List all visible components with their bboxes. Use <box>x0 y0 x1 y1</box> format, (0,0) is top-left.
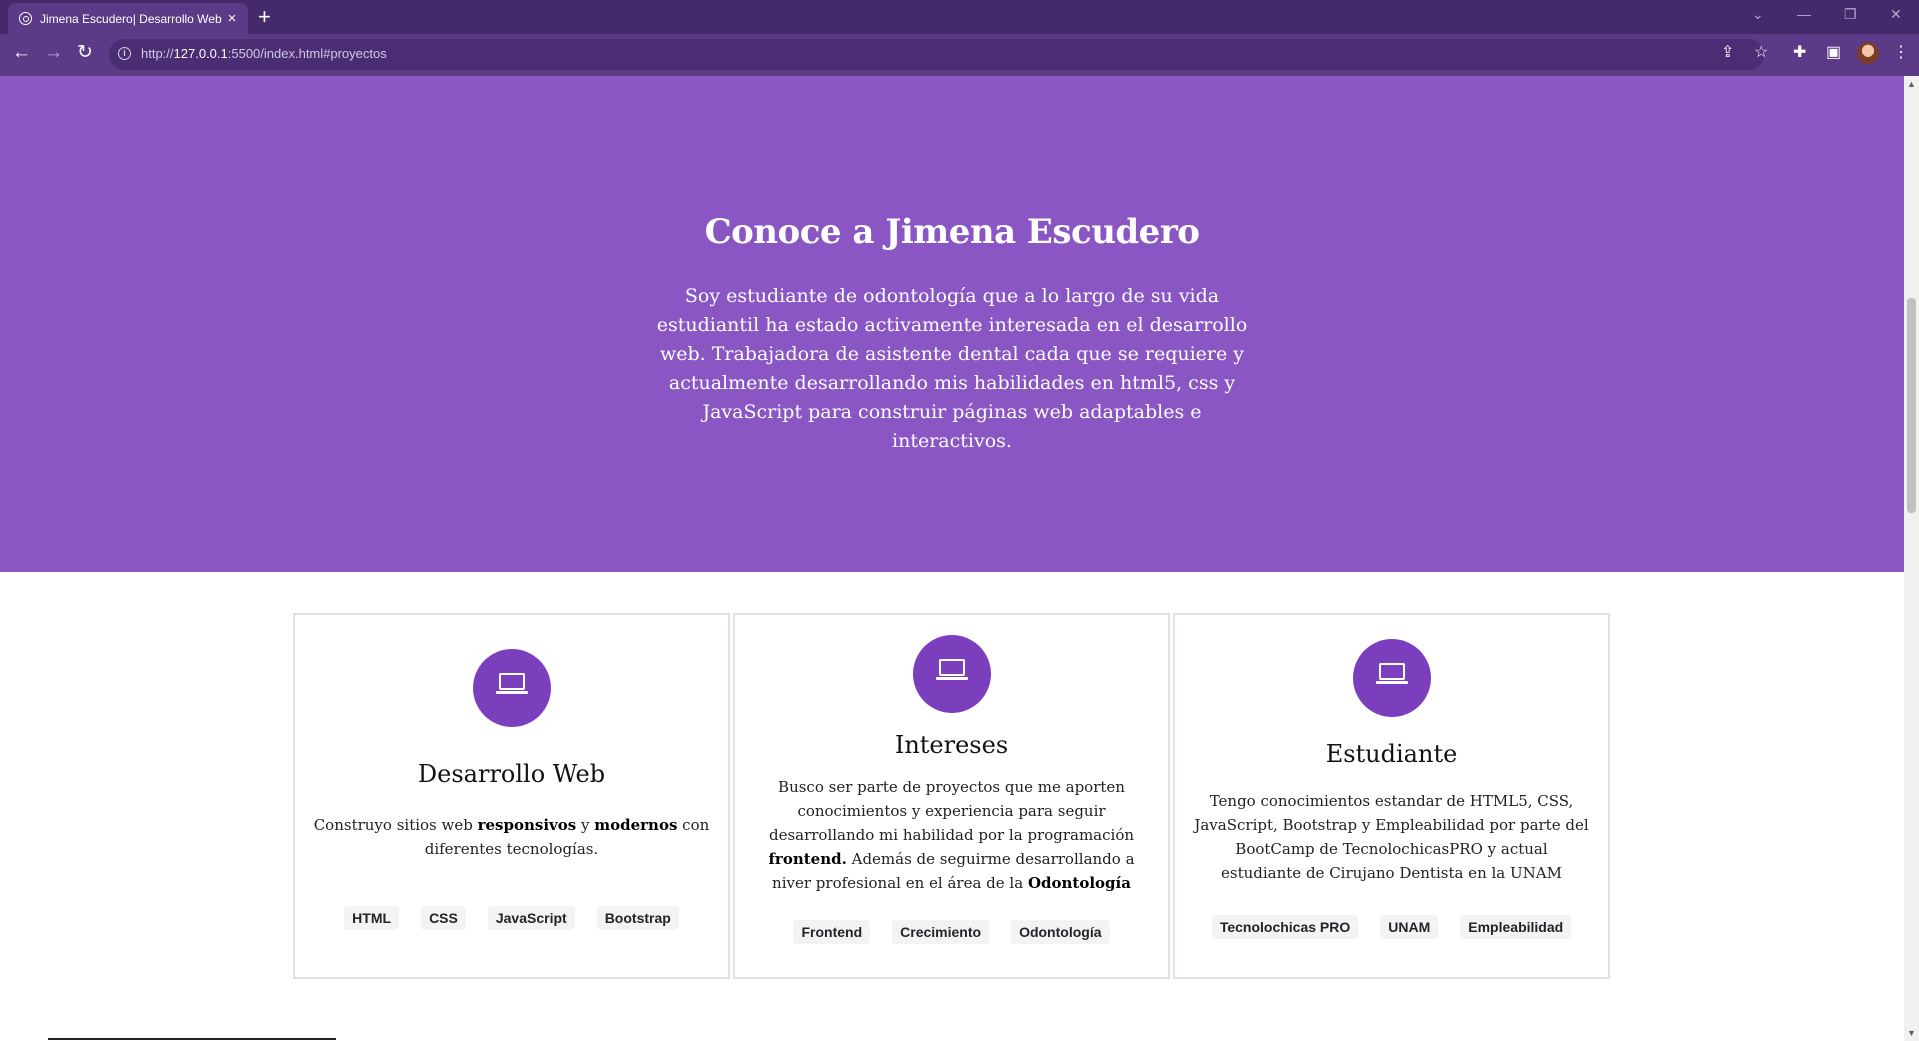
card-icon-circle <box>1352 639 1431 717</box>
tag-badge: JavaScript <box>487 906 575 930</box>
address-bar[interactable]: i http://127.0.0.1:5500/index.html#proye… <box>109 39 1764 70</box>
scroll-up-icon[interactable]: ▲ <box>1907 79 1916 89</box>
url-text[interactable]: http://127.0.0.1:5500/index.html#proyect… <box>141 46 387 61</box>
card-description: Construyo sitios web responsivos y moder… <box>313 816 710 858</box>
laptop-icon <box>495 673 528 694</box>
tag-badge: Bootstrap <box>596 906 679 930</box>
new-tab-button[interactable]: + <box>258 5 271 29</box>
card-estudiante: Estudiante Tengo conocimientos estandar … <box>1173 613 1610 979</box>
star-icon[interactable]: ☆ <box>1754 44 1768 62</box>
card-tags: HTML CSS JavaScript Bootstrap <box>295 906 728 930</box>
card-title: Estudiante <box>1325 740 1458 768</box>
divider <box>48 1038 336 1040</box>
tab-close-icon[interactable]: × <box>222 10 242 27</box>
scrollbar-thumb[interactable] <box>1907 298 1916 513</box>
tag-badge: Odontología <box>1011 920 1110 944</box>
tab-title: Jimena Escudero| Desarrollo Web <box>40 11 222 26</box>
tag-badge: Crecimiento <box>892 920 990 944</box>
tag-badge: Tecnolochicas PRO <box>1211 915 1359 939</box>
scroll-down-icon[interactable]: ▼ <box>1907 1028 1916 1038</box>
extensions-icon[interactable]: ✚ <box>1793 44 1806 62</box>
scrollbar-track[interactable] <box>1904 76 1919 1041</box>
share-icon[interactable]: ⇪ <box>1721 44 1734 62</box>
card-desarrollo-web: Desarrollo Web Construyo sitios web resp… <box>293 613 730 979</box>
card-intereses: Intereses Busco ser parte de proyectos q… <box>733 613 1170 979</box>
about-paragraph: Soy estudiante de odontología que a lo l… <box>656 285 1248 452</box>
card-description: Tengo conocimientos estandar de HTML5, C… <box>1194 792 1589 882</box>
menu-icon[interactable]: ⋮ <box>1893 44 1909 62</box>
card-tags: Frontend Crecimiento Odontología <box>735 920 1168 944</box>
card-title: Intereses <box>894 731 1009 759</box>
tag-badge: CSS <box>421 906 466 930</box>
window-close-icon[interactable]: ✕ <box>1890 6 1902 23</box>
sidepanel-icon[interactable]: ▣ <box>1826 44 1841 62</box>
card-icon-circle <box>912 635 991 713</box>
tag-badge: HTML <box>344 906 400 930</box>
tag-badge: Empleabilidad <box>1460 915 1572 939</box>
page-viewport: Conoce a Jimena Escudero Soy estudiante … <box>0 76 1904 1041</box>
card-description: Busco ser parte de proyectos que me apor… <box>768 778 1135 892</box>
reload-icon[interactable]: ↻ <box>77 43 93 63</box>
favicon-icon <box>19 12 32 25</box>
site-info-icon[interactable]: i <box>118 47 131 60</box>
minimize-icon[interactable]: — <box>1797 6 1811 22</box>
card-tags: Tecnolochicas PRO UNAM Empleabilidad <box>1175 915 1608 939</box>
profile-avatar[interactable] <box>1857 42 1879 64</box>
browser-tab-bar: Jimena Escudero| Desarrollo Web × + ⌄ — … <box>0 0 1919 34</box>
laptop-icon <box>935 659 968 680</box>
tag-badge: UNAM <box>1380 915 1439 939</box>
forward-icon[interactable]: → <box>44 43 63 63</box>
tag-badge: Frontend <box>793 920 871 944</box>
card-title: Desarrollo Web <box>417 760 606 788</box>
restore-icon[interactable]: ❐ <box>1844 6 1857 23</box>
card-icon-circle <box>472 649 551 727</box>
browser-toolbar: ← → ↻ i http://127.0.0.1:5500/index.html… <box>0 34 1919 76</box>
back-icon[interactable]: ← <box>12 43 31 63</box>
tab-search-icon[interactable]: ⌄ <box>1752 6 1764 23</box>
laptop-icon <box>1375 663 1408 684</box>
about-section: Conoce a Jimena Escudero Soy estudiante … <box>0 76 1904 572</box>
about-title: Conoce a Jimena Escudero <box>704 212 1200 252</box>
browser-tab[interactable]: Jimena Escudero| Desarrollo Web × <box>8 3 248 34</box>
